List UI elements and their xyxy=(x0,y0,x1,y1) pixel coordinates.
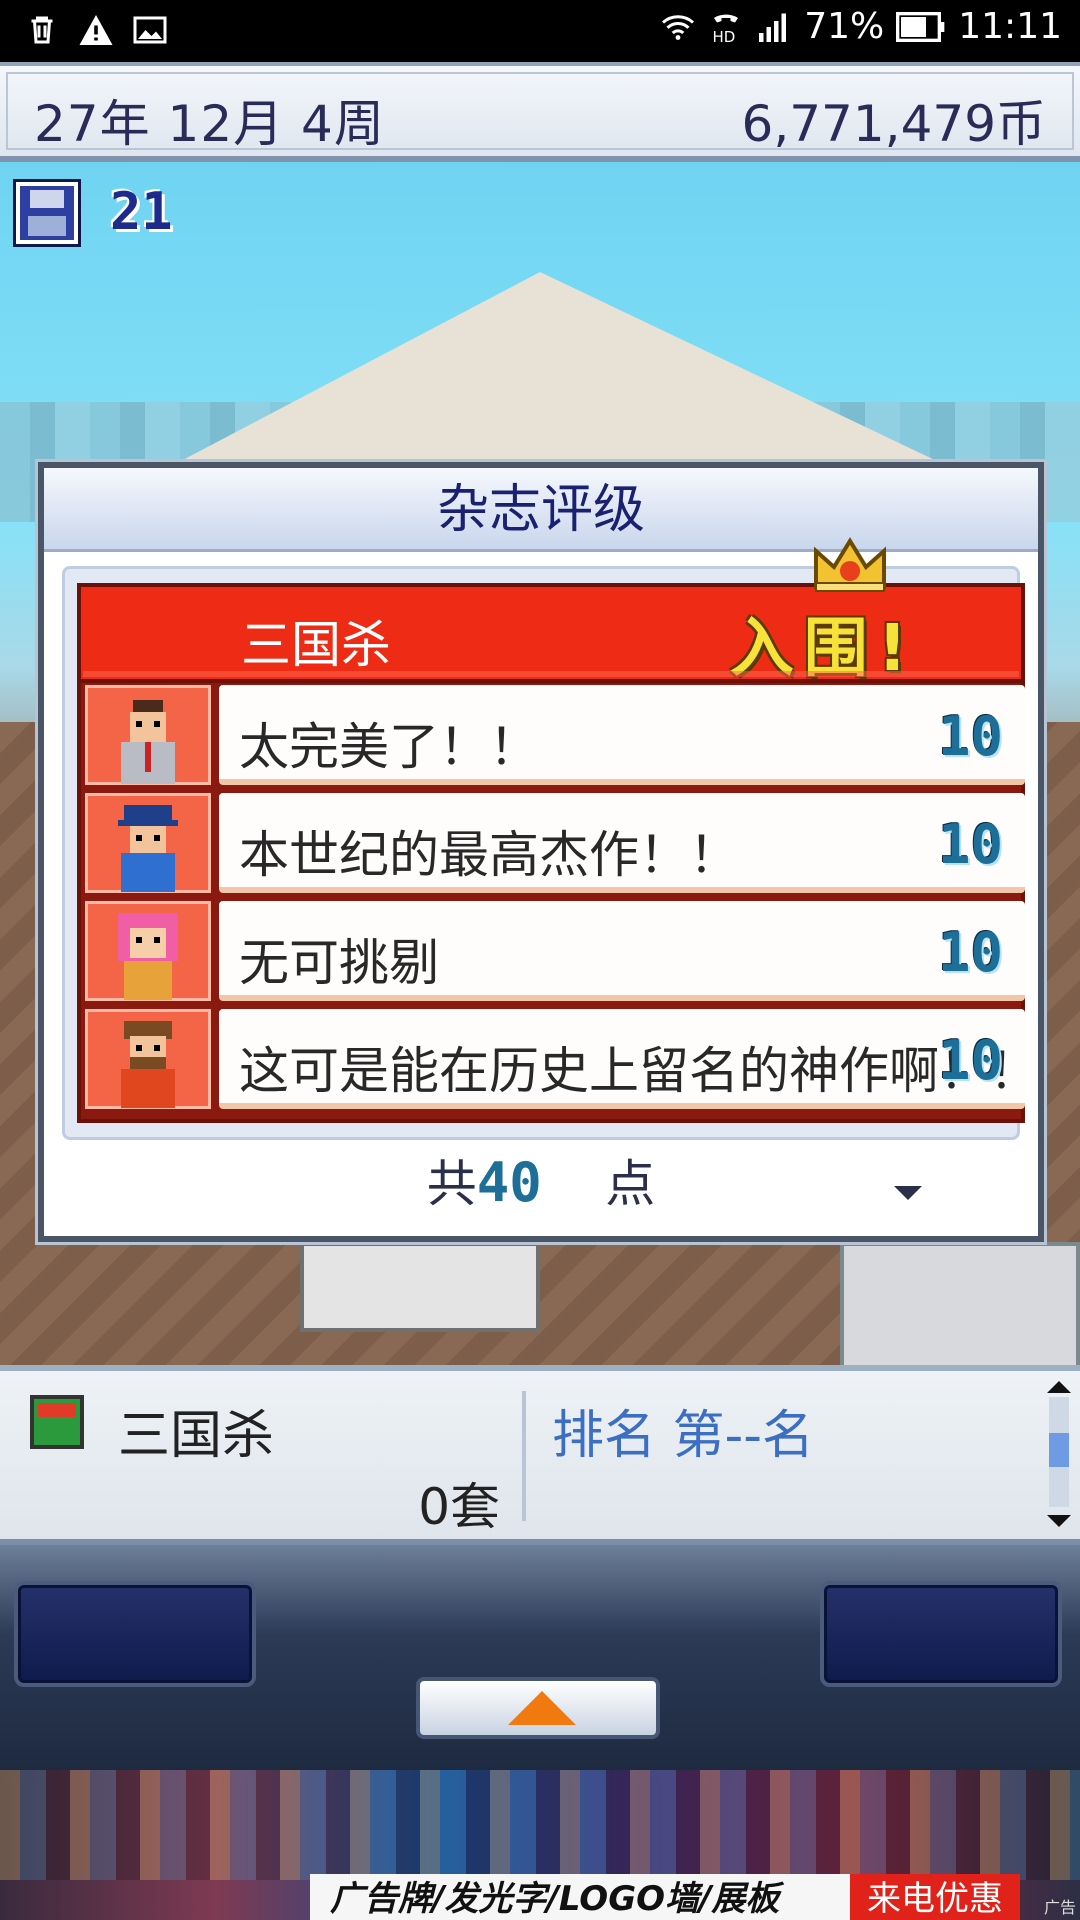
review-row: 本世纪的最高杰作！！ 10 xyxy=(85,791,1025,895)
units-sold: 0套 xyxy=(418,1478,500,1536)
review-score: 10 xyxy=(937,1029,1003,1092)
review-score: 10 xyxy=(937,705,1003,768)
clock: 11:11 xyxy=(958,6,1062,47)
game-info-panel: 三国杀 0套 排名 第--名 xyxy=(0,1365,1080,1545)
money-counter: 6,771,479币 xyxy=(741,95,1046,153)
office-roof xyxy=(160,272,960,472)
total-suffix: 点 xyxy=(605,1155,656,1213)
up-arrow-icon xyxy=(508,1691,576,1725)
ad-banner[interactable]: 广告牌/发光字/LOGO墙/展板 来电优惠 广告 xyxy=(0,1770,1080,1920)
review-list: 太完美了！！ 10 本世纪的最高杰作！！ 10 无可挑剔 10 这可是能在历史上… xyxy=(77,683,1039,1123)
ad-cta-button[interactable]: 来电优惠 xyxy=(850,1874,1020,1920)
battery-icon xyxy=(896,11,945,42)
review-comment-box: 这可是能在历史上留名的神作啊！！ 10 xyxy=(219,1009,1039,1109)
status-bar: HD 71% 11:11 xyxy=(0,0,1080,62)
businessman-avatar xyxy=(85,685,211,785)
review-row: 这可是能在历史上留名的神作啊！！ 10 xyxy=(85,1007,1039,1111)
total-prefix: 共 xyxy=(426,1155,477,1213)
control-bar xyxy=(0,1545,1080,1770)
magazine-review-dialog[interactable]: 杂志评级 三国杀 入围! 太完美了！！ 10 本世纪的最高杰作！！ 10 无可挑… xyxy=(38,462,1044,1242)
top-info-bar: 27年 12月 4周 6,771,479币 xyxy=(0,62,1080,162)
notification-icons xyxy=(24,12,168,48)
review-score: 10 xyxy=(937,813,1003,876)
review-game-header: 三国杀 入围! xyxy=(77,583,1025,686)
ad-label: 广告 xyxy=(1043,1898,1076,1917)
battery-percent: 71% xyxy=(804,6,885,47)
scroll-track[interactable] xyxy=(1049,1397,1069,1507)
image-icon xyxy=(133,16,167,44)
review-comment-box: 太完美了！！ 10 xyxy=(219,685,1025,785)
left-action-button[interactable] xyxy=(14,1581,256,1687)
review-text: 太完美了！！ xyxy=(239,718,539,776)
review-score: 10 xyxy=(937,921,1003,984)
total-value: 40 xyxy=(476,1151,542,1214)
dialog-body: 三国杀 入围! 太完美了！！ 10 本世纪的最高杰作！！ 10 无可挑剔 10 … xyxy=(62,566,1039,1140)
scroll-up-icon[interactable] xyxy=(1047,1381,1071,1393)
svg-text:HD: HD xyxy=(713,28,736,45)
signal-icon xyxy=(759,13,787,42)
cap-man-avatar xyxy=(85,793,211,893)
right-action-button[interactable] xyxy=(820,1581,1062,1687)
ad-city-photo xyxy=(0,1770,1080,1880)
scroll-thumb[interactable] xyxy=(1049,1433,1069,1467)
panel-game-name: 三国杀 xyxy=(118,1406,275,1466)
total-score: 共40 点 xyxy=(44,1144,1038,1216)
continue-arrow-icon[interactable] xyxy=(894,1186,922,1200)
hd-call-icon: HD xyxy=(713,14,739,45)
dialog-title: 杂志评级 xyxy=(436,480,645,540)
office-shelf xyxy=(840,1242,1080,1365)
ad-text[interactable]: 广告牌/发光字/LOGO墙/展板 xyxy=(310,1874,850,1920)
game-date: 27年 12月 4周 xyxy=(34,95,385,153)
award-label: 入围! xyxy=(729,612,917,686)
save-count: 21 xyxy=(110,182,173,242)
game-cartridge-icon xyxy=(30,1395,84,1449)
panel-scrollbar[interactable] xyxy=(1044,1381,1074,1531)
review-game-name: 三国杀 xyxy=(241,616,391,674)
panel-divider xyxy=(522,1391,526,1521)
save-disk-icon[interactable] xyxy=(16,182,78,244)
review-text: 本世纪的最高杰作！！ xyxy=(239,826,739,884)
scroll-down-icon[interactable] xyxy=(1047,1515,1071,1527)
system-indicators: HD 71% 11:11 xyxy=(660,6,1062,47)
pink-hair-girl-avatar xyxy=(85,901,211,1001)
bearded-man-avatar xyxy=(85,1009,211,1109)
review-text: 无可挑剔 xyxy=(239,934,439,992)
office-desk xyxy=(300,1242,540,1332)
review-text: 这可是能在历史上留名的神作啊！！ xyxy=(239,1042,1039,1100)
review-comment-box: 无可挑剔 10 xyxy=(219,901,1025,1001)
review-row: 太完美了！！ 10 xyxy=(85,683,1025,787)
sales-rank: 排名 第--名 xyxy=(552,1406,815,1466)
warning-icon xyxy=(79,15,113,45)
review-row: 无可挑剔 10 xyxy=(85,899,1025,1003)
open-menu-button[interactable] xyxy=(416,1677,660,1739)
trash-icon xyxy=(31,16,53,44)
crown-icon xyxy=(814,537,886,592)
review-comment-box: 本世纪的最高杰作！！ 10 xyxy=(219,793,1025,893)
wifi-icon xyxy=(662,14,695,40)
